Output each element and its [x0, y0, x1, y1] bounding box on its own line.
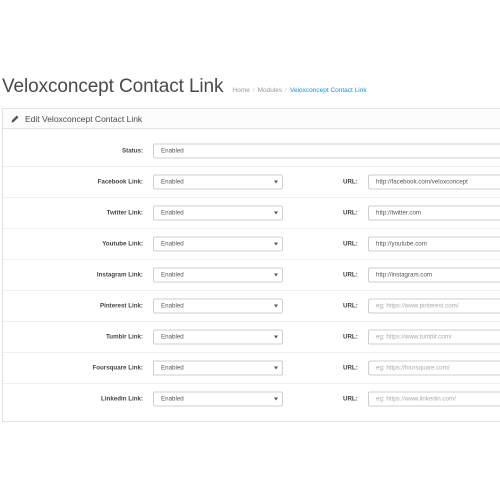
twitter-link-label: Twitter Link: [106, 209, 143, 217]
foursquare-link-select-value: Enabled [161, 364, 184, 372]
instagram-url-input[interactable]: http://instagram.com [368, 267, 500, 283]
foursquare-link-label: Foursquare Link: [92, 364, 143, 372]
pinterest-link-select-value: Enabled [161, 302, 184, 310]
twitter-url-label: URL: [343, 209, 358, 217]
linkedin-link-select[interactable]: Enabled [153, 391, 283, 407]
twitter-row: Twitter Link: Enabled URL: http://twitter.c… [3, 197, 500, 228]
youtube-url-label: URL: [343, 240, 358, 248]
facebook-link-label: Facebook Link: [97, 178, 143, 186]
status-select-value: Enabled [161, 147, 184, 154]
page-header: Veloxconcept Contact Link Home / Modules… [2, 76, 367, 98]
caret-down-icon [274, 397, 278, 401]
caret-down-icon [274, 273, 278, 277]
caret-down-icon [274, 242, 278, 246]
instagram-row: Instagram Link: Enabled URL: http://instagr… [3, 259, 500, 290]
status-row: Status: Enabled [3, 135, 500, 166]
youtube-link-label: Youtube Link: [102, 240, 143, 248]
instagram-link-select[interactable]: Enabled [153, 267, 283, 283]
instagram-url-label: URL: [343, 271, 358, 279]
pinterest-link-select[interactable]: Enabled [153, 298, 283, 314]
tumblr-link-select-value: Enabled [161, 333, 184, 341]
tumblr-url-label: URL: [343, 333, 358, 341]
caret-down-icon [274, 366, 278, 370]
foursquare-url-label: URL: [343, 364, 358, 372]
tumblr-link-select[interactable]: Enabled [153, 329, 283, 345]
pinterest-row: Pinterest Link: Enabled URL: eg: https://ww… [3, 290, 500, 321]
tumblr-link-label: Tumblr Link: [105, 333, 143, 341]
caret-down-icon [274, 304, 278, 308]
pinterest-link-label: Pinterest Link: [100, 302, 143, 310]
status-select[interactable]: Enabled [153, 143, 500, 158]
pencil-icon [10, 114, 20, 124]
foursquare-link-select[interactable]: Enabled [153, 360, 283, 376]
youtube-row: Youtube Link: Enabled URL: http://youtube.c… [3, 228, 500, 259]
facebook-url-input[interactable]: http://facebook.com/veloxconcept [368, 174, 500, 190]
facebook-row: Facebook Link: Enabled URL: http://facebook… [3, 166, 500, 197]
linkedin-row: Linkedin Link: Enabled URL: eg: https://www… [3, 383, 500, 414]
facebook-url-label: URL: [343, 178, 358, 186]
edit-panel: Edit Veloxconcept Contact Link Status: E… [2, 108, 500, 422]
panel-heading-text: Edit Veloxconcept Contact Link [25, 113, 143, 124]
caret-down-icon [274, 211, 278, 215]
foursquare-url-input[interactable]: eg: https://foursquare.com/ [368, 360, 500, 376]
breadcrumb-separator: / [285, 87, 287, 94]
breadcrumb-modules[interactable]: Modules [258, 87, 283, 94]
linkedin-url-input[interactable]: eg: https://www.linkedin.com/ [368, 391, 500, 407]
page-title: Veloxconcept Contact Link [2, 76, 224, 97]
breadcrumb-current[interactable]: Veloxconcept Contact Link [290, 87, 367, 94]
foursquare-row: Foursquare Link: Enabled URL: eg: https://f… [3, 352, 500, 383]
twitter-link-select-value: Enabled [161, 209, 184, 217]
twitter-link-select[interactable]: Enabled [153, 205, 283, 221]
youtube-link-select[interactable]: Enabled [153, 236, 283, 252]
facebook-link-select-value: Enabled [161, 178, 184, 186]
pinterest-url-input[interactable]: eg: https://www.pinterest.com/ [368, 298, 500, 314]
status-label: Status: [122, 147, 143, 154]
linkedin-link-select-value: Enabled [161, 395, 184, 403]
breadcrumb-separator: / [252, 87, 255, 94]
youtube-url-input[interactable]: http://youtube.com [368, 236, 500, 252]
panel-heading: Edit Veloxconcept Contact Link [3, 109, 500, 129]
pinterest-url-label: URL: [343, 302, 358, 310]
breadcrumb: Home / Modules / Veloxconcept Contact Li… [232, 87, 366, 94]
tumblr-row: Tumblr Link: Enabled URL: eg: https://www.t… [3, 321, 500, 352]
caret-down-icon [274, 180, 278, 184]
facebook-link-select[interactable]: Enabled [153, 174, 283, 190]
caret-down-icon [274, 335, 278, 339]
breadcrumb-home[interactable]: Home [232, 87, 249, 94]
instagram-link-select-value: Enabled [161, 271, 184, 279]
instagram-link-label: Instagram Link: [96, 271, 143, 279]
linkedin-link-label: Linkedin Link: [101, 395, 143, 403]
tumblr-url-input[interactable]: eg: https://www.tumblr.com/ [368, 329, 500, 345]
linkedin-url-label: URL: [343, 395, 358, 403]
youtube-link-select-value: Enabled [161, 240, 184, 248]
twitter-url-input[interactable]: http://twitter.com [368, 205, 500, 221]
